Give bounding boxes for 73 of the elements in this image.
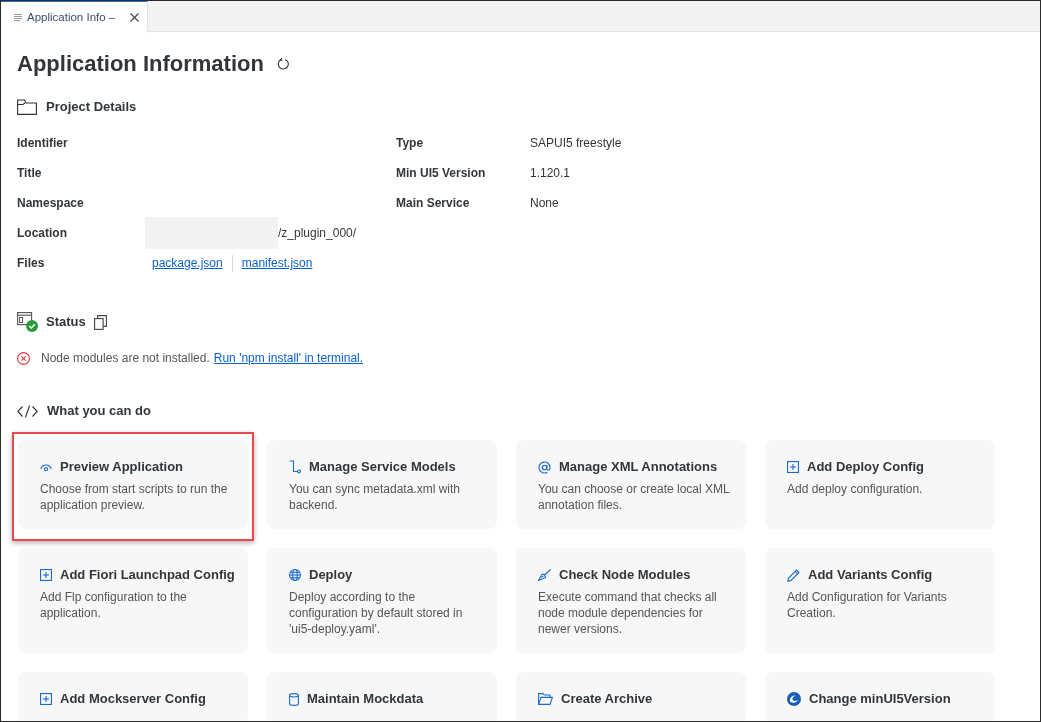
card-description: Add Flp configuration to the application. — [40, 589, 188, 621]
action-card[interactable]: Check Node Modules Execute command that checks all node module dependencies for newer versions. — [516, 548, 746, 653]
page-title: Application Information — [17, 50, 264, 78]
refresh-icon[interactable] — [276, 58, 289, 70]
card-description: Choose from start scripts to run the application preview. — [40, 481, 229, 513]
field-label: Location — [17, 225, 68, 242]
card-title: Maintain Mockdata — [307, 690, 424, 709]
card-title: Add Deploy Config — [807, 458, 924, 477]
add-icon — [40, 569, 52, 581]
field-label: Identifier — [17, 135, 69, 152]
add-icon — [40, 693, 52, 705]
field-label: Files — [17, 255, 46, 272]
field-value: None — [529, 195, 559, 212]
card-description: You can sync metadata.xml with backend. — [289, 481, 461, 513]
action-card[interactable]: Change minUI5Version — [765, 672, 995, 721]
pencil-icon — [787, 568, 800, 582]
card-description: You can choose or create local XML annotation files. — [538, 481, 731, 513]
file-link[interactable]: package.json — [152, 254, 223, 272]
add-icon — [787, 461, 799, 473]
card-description: Add Configuration for Variants Creation. — [787, 589, 948, 621]
action-card[interactable]: Preview Application Choose from start scripts to run the application preview. — [18, 440, 248, 529]
card-title: Check Node Modules — [559, 566, 691, 585]
code-icon — [17, 404, 38, 418]
status-message: Node modules are not installed. — [41, 350, 210, 367]
brush-icon — [538, 569, 551, 581]
action-card[interactable]: Add Mockserver Config — [18, 672, 248, 721]
connector-icon — [289, 460, 301, 474]
field-value: SAPUI5 freestyle — [529, 135, 622, 152]
card-description: Deploy according to the configuration by default stored in 'ui5-deploy.yaml'. — [289, 589, 464, 637]
action-card[interactable]: Maintain Mockdata — [267, 672, 497, 721]
status-window-icon — [17, 312, 38, 332]
database-icon — [289, 692, 299, 706]
action-card[interactable]: Add Deploy Config Add deploy configuration. — [765, 440, 995, 529]
card-title: Add Variants Config — [808, 566, 933, 585]
editor-tab[interactable]: Application Info – — [1, 1, 149, 33]
action-card[interactable]: Add Variants Config Add Configuration for Variants Creation. — [765, 548, 995, 653]
card-title: Manage XML Annotations — [559, 458, 718, 477]
card-title: Add Mockserver Config — [60, 690, 206, 709]
action-card[interactable]: Deploy Deploy according to the configuration by default stored in 'ui5-deploy.yaml'. — [267, 548, 497, 653]
terminal-link[interactable]: Run 'npm install' in terminal. — [213, 349, 364, 367]
folder-icon — [17, 99, 37, 115]
card-title: Change minUI5Version — [809, 690, 951, 709]
card-description: Execute command that checks all node module dependencies for newer versions. — [538, 589, 718, 637]
field-label: Title — [17, 165, 43, 182]
close-icon[interactable] — [130, 13, 140, 22]
action-card[interactable]: Manage Service Models You can sync metadata.xml with backend. — [267, 440, 497, 529]
card-title: Preview Application — [60, 458, 184, 477]
field-label: Min UI5 Version — [396, 165, 487, 182]
card-title: Deploy — [309, 566, 353, 585]
field-value: /z_plugin_000/ — [278, 225, 357, 242]
lines-icon — [14, 14, 22, 21]
field-value: 1.120.1 — [529, 165, 571, 182]
action-card[interactable]: Create Archive — [516, 672, 746, 721]
copy-icon[interactable] — [93, 314, 107, 330]
folder-icon — [538, 693, 553, 705]
section-heading: Project Details — [46, 98, 137, 117]
at-sign-icon — [538, 460, 551, 474]
section-heading: Status — [46, 313, 86, 332]
action-card[interactable]: Add Fiori Launchpad Config Add Flp configuration to the application. — [18, 548, 248, 653]
card-description: Add deploy configuration. — [787, 481, 924, 497]
card-title: Create Archive — [561, 690, 653, 709]
field-label: Main Service — [396, 195, 471, 212]
file-link[interactable]: manifest.json — [241, 254, 313, 272]
error-icon — [17, 351, 30, 365]
round-logo-icon — [787, 692, 801, 706]
field-label: Namespace — [17, 195, 85, 212]
field-label: Type — [396, 135, 425, 152]
card-title: Manage Service Models — [309, 458, 456, 477]
globe-icon — [289, 569, 301, 581]
section-heading: What you can do — [47, 402, 151, 421]
card-title: Add Fiori Launchpad Config — [60, 566, 235, 585]
eye-icon — [40, 462, 52, 472]
action-card[interactable]: Manage XML Annotations You can choose or create local XML annotation files. — [516, 440, 746, 529]
